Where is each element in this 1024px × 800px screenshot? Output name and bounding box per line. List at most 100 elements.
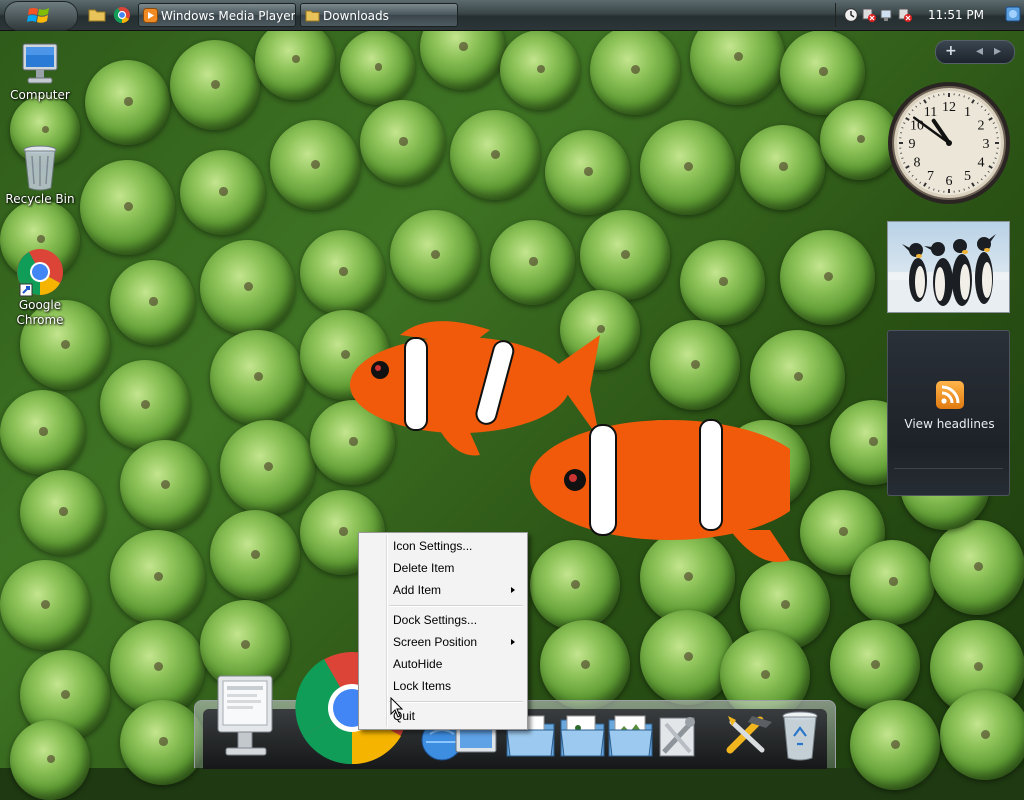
anemone-bubble bbox=[780, 230, 875, 325]
anemone-bubble bbox=[210, 510, 300, 600]
tools-icon[interactable] bbox=[656, 712, 702, 760]
anemone-bubble bbox=[850, 540, 935, 625]
computer-icon[interactable] bbox=[214, 672, 278, 762]
anemone-bubble bbox=[110, 530, 205, 625]
slideshow-gadget[interactable] bbox=[887, 221, 1010, 313]
submenu-arrow-icon bbox=[511, 639, 515, 645]
submenu-arrow-icon bbox=[511, 587, 515, 593]
menu-item-screen-position[interactable]: Screen Position bbox=[361, 631, 525, 653]
tools-icon[interactable] bbox=[722, 712, 778, 758]
anemone-bubble bbox=[80, 160, 175, 255]
menu-item-delete-item[interactable]: Delete Item bbox=[361, 557, 525, 579]
desktop-icon-label: Computer bbox=[0, 88, 80, 103]
media-player-icon bbox=[143, 8, 158, 23]
anemone-bubble bbox=[220, 420, 315, 515]
sidebar-controls: + ◂ ▸ bbox=[935, 40, 1015, 64]
clock-number: 1 bbox=[964, 105, 971, 120]
menu-separator bbox=[389, 605, 523, 607]
anemone-bubble bbox=[930, 520, 1024, 615]
windows-logo-icon bbox=[27, 5, 51, 27]
clock-number: 11 bbox=[924, 105, 937, 120]
clock-gadget[interactable]: 121234567891011 bbox=[886, 80, 1012, 206]
anemone-bubble bbox=[0, 390, 85, 475]
anemone-bubble bbox=[180, 150, 265, 235]
anemone-bubble bbox=[170, 40, 260, 130]
anemone-bubble bbox=[340, 30, 415, 105]
next-page-button[interactable]: ▸ bbox=[994, 43, 1001, 59]
anemone-bubble bbox=[120, 700, 205, 785]
dock-context-menu: Icon Settings... Delete Item Add Item Do… bbox=[358, 532, 528, 730]
folder-icon[interactable] bbox=[88, 6, 106, 24]
volume-icon[interactable] bbox=[844, 8, 858, 22]
anemone-bubble bbox=[100, 360, 190, 450]
anemone-bubble bbox=[450, 110, 540, 200]
add-gadget-button[interactable]: + bbox=[945, 43, 957, 59]
anemone-bubble bbox=[110, 260, 195, 345]
clock-number: 2 bbox=[978, 119, 985, 134]
menu-item-add-item[interactable]: Add Item bbox=[361, 579, 525, 601]
security-alert-icon[interactable] bbox=[898, 8, 912, 22]
view-headlines-link[interactable]: View headlines bbox=[888, 417, 1011, 431]
desktop-icon-recycle-bin[interactable]: Recycle Bin bbox=[0, 142, 80, 207]
menu-item-quit[interactable]: Quit bbox=[361, 705, 525, 727]
clock-number: 9 bbox=[909, 137, 916, 152]
menu-item-dock-settings[interactable]: Dock Settings... bbox=[361, 609, 525, 631]
previous-page-button[interactable]: ◂ bbox=[976, 43, 983, 59]
rss-icon bbox=[936, 381, 964, 409]
feed-footer bbox=[894, 468, 1003, 489]
taskbar-button-label: Windows Media Player bbox=[161, 9, 296, 23]
anemone-bubble bbox=[85, 60, 170, 145]
mouse-pointer-icon bbox=[390, 697, 404, 719]
menu-item-label: Lock Items bbox=[393, 679, 451, 693]
menu-item-icon-settings[interactable]: Icon Settings... bbox=[361, 535, 525, 557]
anemone-bubble bbox=[390, 210, 480, 300]
anemone-bubble bbox=[210, 330, 305, 425]
feed-headlines-gadget[interactable]: View headlines bbox=[887, 330, 1010, 496]
clock-number: 3 bbox=[983, 137, 990, 152]
show-desktop-icon[interactable] bbox=[1004, 3, 1022, 27]
anemone-bubble bbox=[120, 440, 210, 530]
clock-number: 7 bbox=[927, 169, 934, 184]
start-button[interactable] bbox=[4, 1, 78, 31]
clock-number: 5 bbox=[964, 169, 971, 184]
penguins-photo bbox=[888, 222, 1009, 312]
menu-item-lock-items[interactable]: Lock Items bbox=[361, 675, 525, 697]
computer-icon bbox=[17, 40, 63, 88]
anemone-bubble bbox=[200, 240, 295, 335]
desktop-icon-label: Recycle Bin bbox=[0, 192, 80, 207]
menu-item-label: Add Item bbox=[393, 583, 441, 597]
menu-item-label: Delete Item bbox=[393, 561, 454, 575]
anemone-bubble bbox=[640, 120, 735, 215]
clownfish-image bbox=[350, 310, 790, 570]
taskbar-clock[interactable]: 11:51 PM bbox=[928, 8, 984, 22]
chrome-icon[interactable] bbox=[113, 6, 131, 24]
clock-number: 4 bbox=[978, 156, 985, 171]
clock-number: 12 bbox=[942, 100, 956, 115]
anemone-bubble bbox=[545, 130, 630, 215]
pictures-folder-icon[interactable] bbox=[606, 712, 656, 760]
taskbar-button-downloads[interactable]: Downloads bbox=[300, 3, 458, 27]
anemone-bubble bbox=[640, 610, 735, 705]
anemone-bubble bbox=[740, 125, 825, 210]
anemone-bubble bbox=[0, 560, 90, 650]
anemone-bubble bbox=[20, 470, 105, 555]
network-error-icon[interactable] bbox=[862, 8, 876, 22]
network-icon[interactable] bbox=[880, 8, 894, 22]
desktop-icon-chrome[interactable]: Google Chrome bbox=[0, 246, 80, 328]
desktop-icon-computer[interactable]: Computer bbox=[0, 40, 80, 103]
anemone-bubble bbox=[500, 30, 580, 110]
music-folder-icon[interactable] bbox=[558, 712, 608, 760]
desktop-icon-label: Google Chrome bbox=[0, 298, 80, 328]
menu-item-autohide[interactable]: AutoHide bbox=[361, 653, 525, 675]
taskbar-button-label: Downloads bbox=[323, 9, 389, 23]
anemone-bubble bbox=[270, 120, 360, 210]
anemone-bubble bbox=[850, 700, 940, 790]
anemone-bubble bbox=[360, 100, 445, 185]
menu-item-label: AutoHide bbox=[393, 657, 442, 671]
recycle-bin-icon bbox=[20, 142, 60, 192]
taskbar-button-media-player[interactable]: Windows Media Player bbox=[138, 3, 296, 27]
recycle-bin-icon[interactable] bbox=[780, 710, 820, 762]
anemone-bubble bbox=[940, 690, 1024, 780]
anemone-bubble bbox=[580, 210, 670, 300]
clock-number: 8 bbox=[913, 156, 920, 171]
